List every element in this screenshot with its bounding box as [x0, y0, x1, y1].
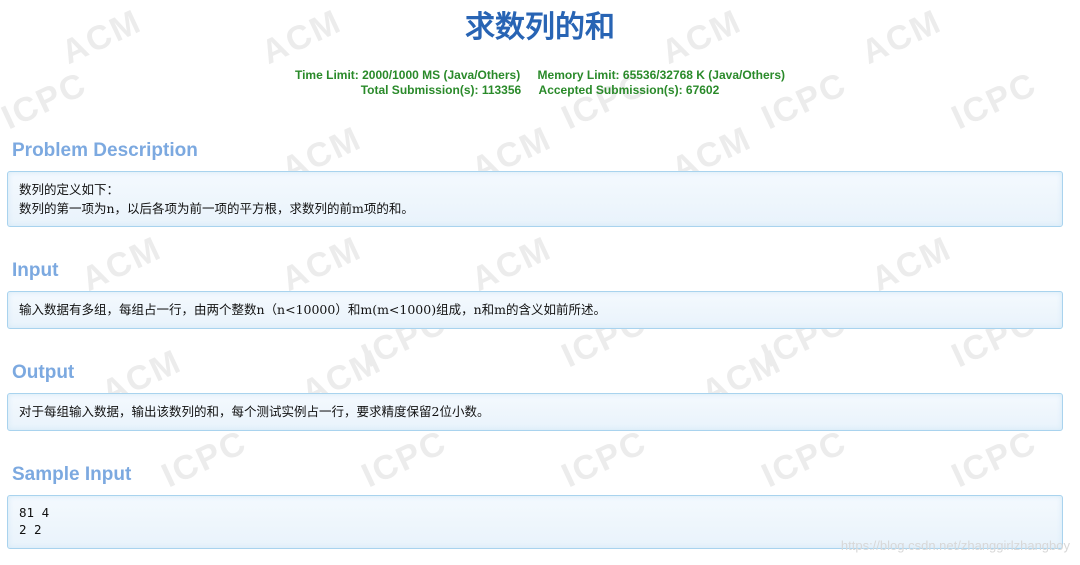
submissions-line: Total Submission(s): 113356 Accepted Sub… — [0, 83, 1080, 97]
output-heading: Output — [12, 362, 75, 383]
watermark-icpc: ICPC — [945, 422, 1043, 496]
output-panel: 对于每组输入数据，输出该数列的和，每个测试实例占一行，要求精度保留2位小数。 — [7, 393, 1063, 431]
description-line: 数列的定义如下： — [19, 182, 120, 197]
problem-description-heading: Problem Description — [12, 140, 198, 161]
sample-input-line: 2 2 — [19, 522, 42, 537]
memory-limit: Memory Limit: 65536/32768 K (Java/Others… — [537, 68, 785, 82]
watermark-acm: ACM — [865, 229, 958, 299]
watermark-acm: ACM — [275, 229, 368, 299]
output-line: 对于每组输入数据，输出该数列的和，每个测试实例占一行，要求精度保留2位小数。 — [19, 404, 490, 419]
problem-description-panel: 数列的定义如下： 数列的第一项为n，以后各项为前一项的平方根，求数列的前m项的和… — [7, 171, 1063, 227]
problem-title: 求数列的和 — [465, 10, 615, 45]
input-heading: Input — [12, 260, 59, 281]
watermark-acm: ACM — [465, 229, 558, 299]
accepted-submissions: Accepted Submission(s): 67602 — [538, 83, 720, 97]
limits-line: Time Limit: 2000/1000 MS (Java/Others) M… — [0, 68, 1080, 82]
sample-input-line: 81 4 — [19, 505, 50, 520]
watermark-icpc: ICPC — [555, 422, 653, 496]
input-line: 输入数据有多组，每组占一行，由两个整数n（n<10000）和m(m<1000)组… — [19, 302, 606, 317]
total-submissions: Total Submission(s): 113356 — [360, 83, 522, 97]
watermark-icpc: ICPC — [755, 422, 853, 496]
sample-input-heading: Sample Input — [12, 464, 132, 485]
description-line: 数列的第一项为n，以后各项为前一项的平方根，求数列的前m项的和。 — [19, 201, 414, 216]
source-url-watermark: https://blog.csdn.net/zhanggirlzhangboy — [840, 538, 1070, 553]
input-panel: 输入数据有多组，每组占一行，由两个整数n（n<10000）和m(m<1000)组… — [7, 291, 1063, 329]
watermark-icpc: ICPC — [155, 422, 253, 496]
watermark-icpc: ICPC — [355, 422, 453, 496]
watermark-acm: ACM — [75, 229, 168, 299]
time-limit: Time Limit: 2000/1000 MS (Java/Others) — [294, 68, 521, 82]
